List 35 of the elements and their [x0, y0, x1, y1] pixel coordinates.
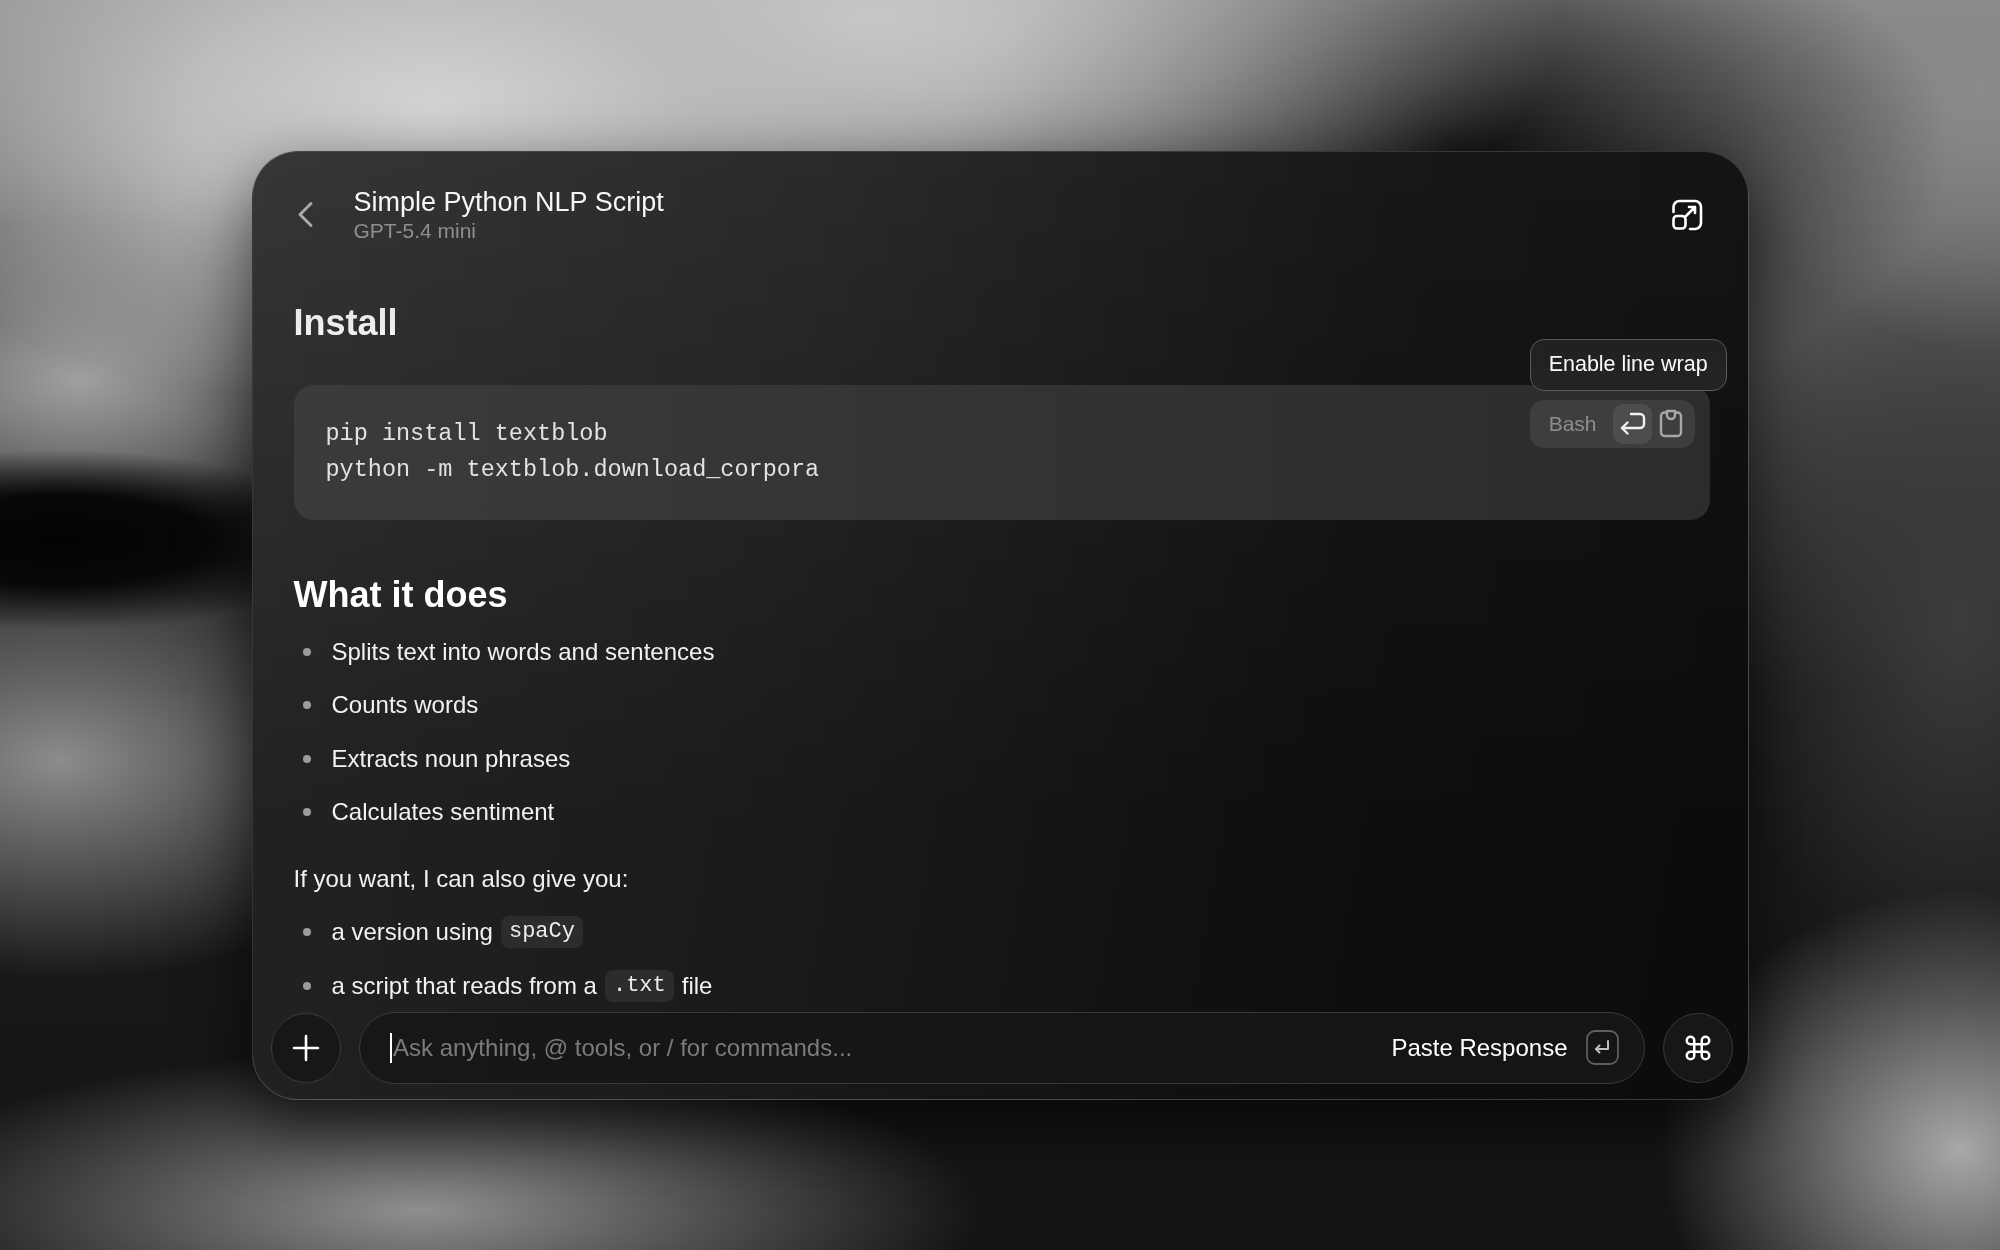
enter-key-icon [1585, 1030, 1619, 1065]
inline-code: spaCy [500, 916, 583, 948]
pop-out-icon [1670, 198, 1703, 231]
list-item-text: a script that reads from a [331, 970, 597, 1001]
bullet-icon [302, 701, 311, 709]
list-item-text: Counts words [331, 690, 479, 720]
list-item-text: Calculates sentiment [331, 797, 555, 827]
model-name: GPT-5.4 mini [353, 217, 477, 244]
paste-response-button[interactable]: Paste Response [1391, 1029, 1619, 1066]
message-input[interactable]: Ask anything, @ tools, or / for commands... Paste Response [358, 1011, 1645, 1084]
list-item-text: file [681, 970, 713, 1001]
code-line: python -m textblob.download_corpora [325, 454, 820, 485]
line-wrap-button[interactable] [1612, 403, 1652, 444]
copy-button[interactable] [1657, 408, 1684, 439]
chat-title: Simple Python NLP Script [353, 185, 664, 218]
return-arrow-icon [1618, 412, 1646, 435]
line-wrap-tooltip: Enable line wrap [1529, 338, 1727, 391]
list-item-text: Splits text into words and sentences [331, 636, 715, 667]
list-item-text: a version using [331, 917, 493, 947]
code-language-label: Bash [1548, 410, 1597, 437]
bullet-icon [302, 647, 311, 656]
bullet-icon [302, 981, 311, 990]
bullet-icon [302, 928, 311, 936]
paragraph-text: If you want, I can also give you: [293, 864, 629, 894]
bullet-icon [302, 754, 311, 763]
inline-code: .txt [604, 969, 674, 1002]
section-heading: What it does [293, 572, 508, 617]
clipboard-icon [1658, 409, 1683, 438]
pop-out-button[interactable] [1669, 197, 1704, 232]
back-chevron-icon [297, 201, 314, 228]
code-line: pip install textblob [325, 418, 608, 449]
section-heading: Install [293, 300, 398, 345]
plus-icon [291, 1033, 320, 1062]
list-item-text: Extracts noun phrases [331, 743, 571, 774]
bullet-icon [302, 808, 311, 816]
